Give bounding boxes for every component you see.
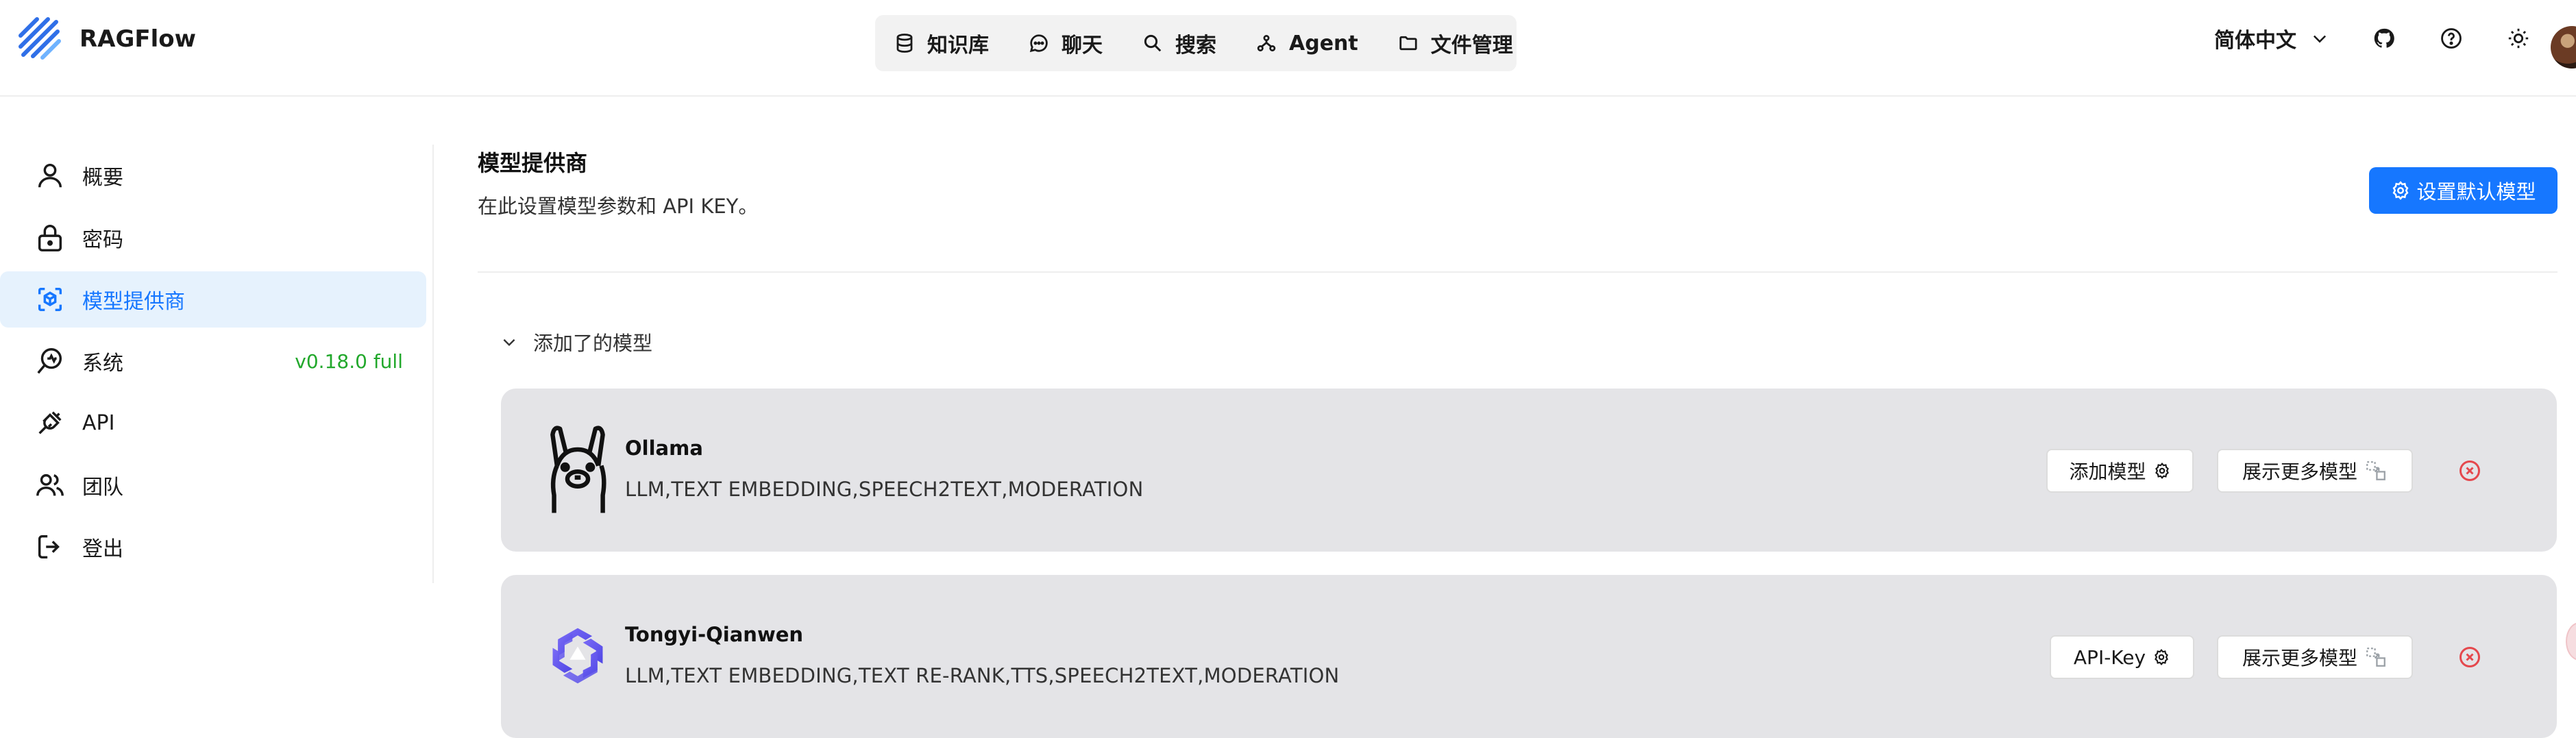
app-logo[interactable]: RAGFlow <box>16 15 196 63</box>
nav-label: 文件管理 <box>1430 34 1513 58</box>
help-icon <box>2441 28 2462 49</box>
tongyi-logo-icon <box>530 608 626 704</box>
page-subtitle: 在此设置模型参数和 API KEY。 <box>478 195 759 218</box>
sidebar-item-label: 概要 <box>82 166 123 190</box>
sidebar-item-logout[interactable]: 登出 <box>0 519 426 575</box>
page-title: 模型提供商 <box>478 150 588 176</box>
add-model-button[interactable]: 添加模型 <box>2046 449 2194 493</box>
user-icon <box>38 163 62 188</box>
expand-models-icon <box>2366 461 2385 480</box>
sidebar-item-password[interactable]: 密码 <box>0 210 426 266</box>
main-nav: 知识库 聊天 搜索 Agent 文件管理 <box>875 15 1517 71</box>
ragflow-logo-icon <box>19 17 61 60</box>
provider-name: Tongyi-Qianwen <box>625 623 804 646</box>
show-more-models-button[interactable]: 展示更多模型 <box>2217 635 2413 679</box>
top-header: RAGFlow 知识库 聊天 搜索 Agent 文件管理 简体中文 <box>0 0 2576 97</box>
app-name: RAGFlow <box>79 25 197 53</box>
sidebar-item-label: 登出 <box>82 537 123 561</box>
theme-toggle-button[interactable] <box>2506 26 2531 51</box>
search-icon <box>1144 34 1162 52</box>
provider-card-ollama: Ollama LLM,TEXT EMBEDDING,SPEECH2TEXT,MO… <box>501 389 2557 552</box>
sidebar-item-system[interactable]: 系统 v0.18.0 full <box>0 333 426 389</box>
header-divider <box>478 271 2557 273</box>
expand-models-icon <box>2366 648 2385 667</box>
logout-icon <box>38 534 60 559</box>
show-more-models-label: 展示更多模型 <box>2242 460 2357 483</box>
header-actions: 简体中文 <box>2214 23 2531 53</box>
database-icon <box>896 34 913 53</box>
settings-sidebar: 概要 密码 模型提供商 系统 v0.18.0 full API 团队 登出 <box>0 97 432 738</box>
gear-icon <box>2155 649 2168 665</box>
chevron-down-icon <box>503 339 515 347</box>
system-icon <box>37 348 62 374</box>
github-button[interactable] <box>2372 26 2396 51</box>
chat-icon <box>1029 34 1048 53</box>
floating-help-bubble[interactable] <box>2566 622 2576 661</box>
nav-label: Agent <box>1289 31 1358 56</box>
user-avatar[interactable] <box>2551 26 2576 69</box>
provider-name: Ollama <box>625 436 703 460</box>
github-icon <box>2374 28 2394 48</box>
nav-item-agent[interactable]: Agent <box>1256 15 1358 71</box>
set-default-model-button[interactable]: 设置默认模型 <box>2369 167 2557 214</box>
added-models-toggle[interactable]: 添加了的模型 <box>500 328 652 356</box>
lock-icon <box>38 225 62 251</box>
sidebar-item-label: 团队 <box>82 476 123 500</box>
version-badge: v0.18.0 full <box>295 349 403 373</box>
nav-label: 搜索 <box>1175 34 1216 58</box>
plug-icon <box>38 411 62 434</box>
nav-label: 知识库 <box>927 34 989 58</box>
sidebar-item-model-providers[interactable]: 模型提供商 <box>0 271 426 328</box>
sidebar-divider <box>432 145 434 583</box>
api-key-button[interactable]: API-Key <box>2050 635 2194 679</box>
nav-item-search[interactable]: 搜索 <box>1142 15 1216 71</box>
gear-icon <box>2393 181 2409 200</box>
nav-item-knowledge-base[interactable]: 知识库 <box>894 15 989 71</box>
theme-sun-icon <box>2508 28 2529 49</box>
show-more-models-label: 展示更多模型 <box>2242 647 2357 669</box>
section-label: 添加了的模型 <box>533 332 653 355</box>
sidebar-item-label: 系统 <box>82 352 123 376</box>
agent-icon <box>1257 35 1276 51</box>
team-icon <box>36 473 64 496</box>
nav-label: 聊天 <box>1062 34 1103 58</box>
help-button[interactable] <box>2439 26 2464 51</box>
sidebar-item-label: 模型提供商 <box>82 290 185 314</box>
model-icon <box>38 287 62 312</box>
api-key-label: API-Key <box>2073 645 2146 669</box>
language-selector[interactable]: 简体中文 <box>2214 23 2329 53</box>
provider-tags: LLM,TEXT EMBEDDING,TEXT RE-RANK,TTS,SPEE… <box>625 664 1340 687</box>
sidebar-item-team[interactable]: 团队 <box>0 457 426 513</box>
set-default-model-label: 设置默认模型 <box>2416 180 2536 204</box>
folder-icon <box>1399 36 1417 51</box>
chevron-down-icon <box>2313 35 2327 43</box>
show-more-models-button[interactable]: 展示更多模型 <box>2217 449 2413 493</box>
provider-card-tongyi-qianwen: Tongyi-Qianwen LLM,TEXT EMBEDDING,TEXT R… <box>501 575 2557 738</box>
provider-tags: LLM,TEXT EMBEDDING,SPEECH2TEXT,MODERATIO… <box>625 478 1144 501</box>
gear-icon <box>2155 463 2169 479</box>
remove-provider-icon[interactable] <box>2457 458 2482 483</box>
add-model-label: 添加模型 <box>2069 460 2146 483</box>
sidebar-item-label: API <box>82 410 115 435</box>
language-label: 简体中文 <box>2214 29 2296 53</box>
sidebar-item-label: 密码 <box>82 228 123 252</box>
sidebar-item-api[interactable]: API <box>0 395 426 451</box>
remove-provider-icon[interactable] <box>2457 645 2482 669</box>
nav-item-file-management[interactable]: 文件管理 <box>1398 15 1513 71</box>
nav-item-chat[interactable]: 聊天 <box>1029 15 1103 71</box>
sidebar-item-profile[interactable]: 概要 <box>0 147 426 204</box>
ollama-logo-icon <box>530 421 626 517</box>
